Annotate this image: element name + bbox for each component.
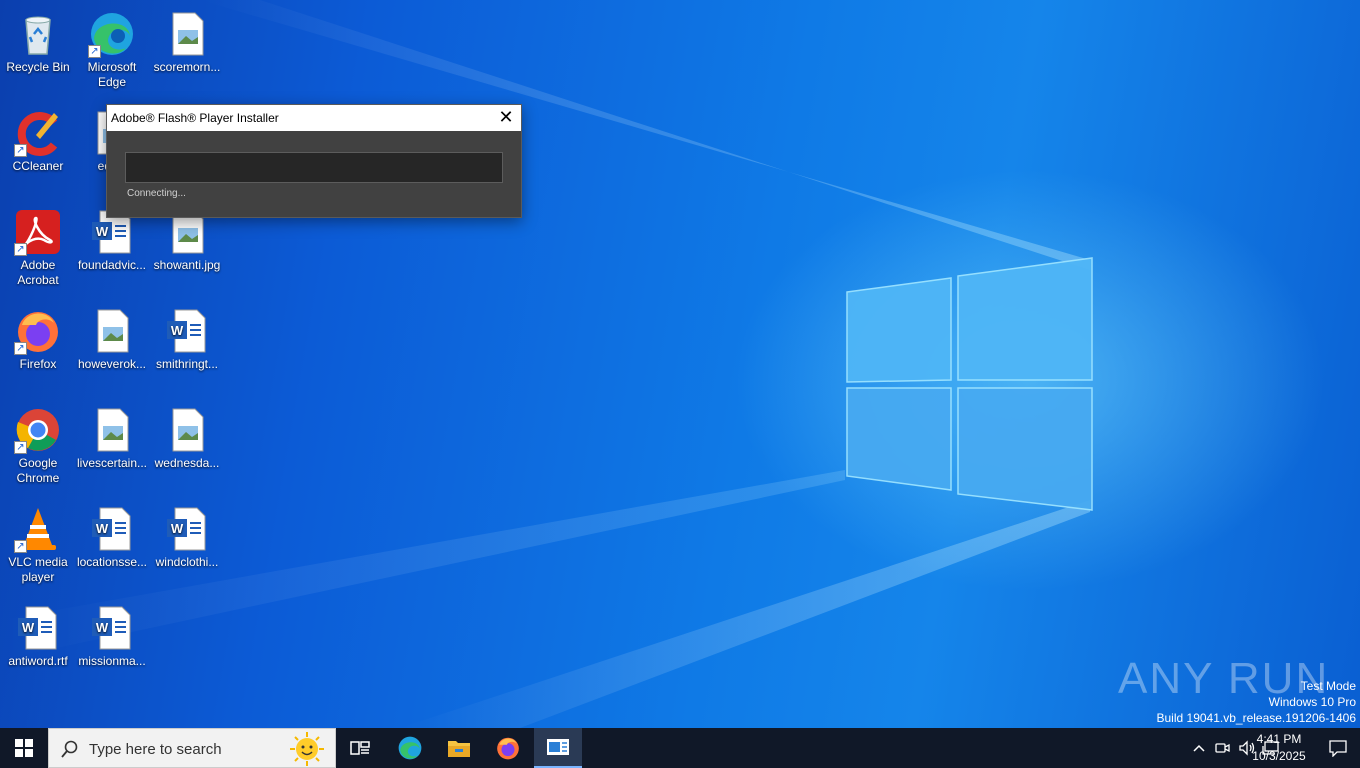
taskbar-file-explorer-button[interactable] — [435, 728, 483, 768]
taskbar-edge-button[interactable] — [386, 728, 434, 768]
desktop-icon-label: wednesda... — [154, 456, 220, 470]
close-button[interactable]: ✕ — [491, 105, 521, 131]
system-tray: 4:41 PM 10/3/2025 — [1100, 728, 1360, 768]
word-doc-icon: W — [163, 505, 211, 553]
desktop-icon-label: Google Chrome — [16, 456, 60, 485]
desktop[interactable]: Recycle Bin ↗ Microsoft Edge scoremorn..… — [0, 0, 1360, 728]
desktop-icon-label: Firefox — [19, 357, 57, 371]
desktop-icon-locationsse[interactable]: W locationsse... — [74, 499, 150, 595]
svg-text:W: W — [22, 620, 35, 635]
desktop-icon-label: howeverok... — [77, 357, 147, 371]
desktop-icon-label: missionma... — [78, 654, 146, 668]
desktop-icon-acrobat[interactable]: ↗ Adobe Acrobat — [0, 202, 76, 298]
watermark-line1: Test Mode — [1300, 679, 1356, 693]
desktop-icon-firefox[interactable]: ↗ Firefox — [0, 301, 76, 397]
notification-icon[interactable] — [1328, 739, 1348, 757]
shortcut-arrow-icon: ↗ — [14, 441, 27, 454]
desktop-icon-smithringt[interactable]: W smithringt... — [149, 301, 225, 397]
desktop-icon-livescertain[interactable]: livescertain... — [74, 400, 150, 496]
progress-bar — [125, 152, 503, 183]
chevron-up-icon[interactable] — [1192, 741, 1206, 755]
task-view-icon — [350, 741, 370, 755]
installer-app-icon — [547, 739, 569, 755]
desktop-icon-label: smithringt... — [155, 357, 218, 371]
desktop-icon-label: locationsse... — [76, 555, 148, 569]
firefox-icon: ↗ — [14, 307, 62, 355]
installer-window[interactable]: Adobe® Flash® Player Installer ✕ Connect… — [106, 104, 522, 218]
desktop-icon-chrome[interactable]: ↗ Google Chrome — [0, 400, 76, 496]
search-icon — [61, 740, 78, 758]
word-doc-icon: W — [88, 604, 136, 652]
windows-logo-icon — [15, 739, 33, 757]
desktop-icon-wednesda[interactable]: wednesda... — [149, 400, 225, 496]
word-doc-icon: W — [88, 505, 136, 553]
desktop-icon-label: Adobe Acrobat — [17, 258, 59, 287]
desktop-icon-ccleaner[interactable]: ↗ CCleaner — [0, 103, 76, 199]
desktop-icon-label: scoremorn... — [153, 60, 221, 74]
word-doc-icon: W — [14, 604, 62, 652]
desktop-icon-label: Recycle Bin — [6, 60, 70, 74]
image-file-icon — [163, 10, 211, 58]
desktop-icon-label: showanti.jpg — [153, 258, 221, 272]
desktop-icon-windclothi[interactable]: W windclothi... — [149, 499, 225, 595]
clock-time: 4:41 PM — [1256, 732, 1302, 746]
desktop-icon-label: VLC media player — [8, 555, 68, 584]
shortcut-arrow-icon: ↗ — [14, 342, 27, 355]
watermark-line3: Build 19041.vb_release.191206-1406 — [1156, 711, 1357, 725]
edge-icon — [398, 736, 422, 760]
chrome-icon: ↗ — [14, 406, 62, 454]
installer-status: Connecting... — [127, 188, 186, 199]
recycle-bin-icon — [14, 10, 62, 58]
taskbar-search-box[interactable]: Type here to search — [48, 728, 336, 768]
svg-text:W: W — [96, 620, 109, 635]
desktop-icon-recycle-bin[interactable]: Recycle Bin — [0, 4, 76, 100]
image-file-icon — [88, 406, 136, 454]
shortcut-arrow-icon: ↗ — [14, 243, 27, 256]
taskbar: Type here to search 4:41 PM 10/3/2025 — [0, 728, 1360, 768]
ccleaner-icon: ↗ — [14, 109, 62, 157]
task-view-button[interactable] — [336, 728, 384, 768]
installer-title: Adobe® Flash® Player Installer — [111, 111, 279, 125]
test-mode-watermark: Test Mode Windows 10 Pro Build 19041.vb_… — [1157, 678, 1357, 726]
meet-now-icon[interactable] — [1214, 740, 1230, 756]
desktop-icon-label: Microsoft Edge — [87, 60, 137, 89]
svg-text:W: W — [171, 521, 184, 536]
image-file-icon — [88, 307, 136, 355]
desktop-icon-scoremorn[interactable]: scoremorn... — [149, 4, 225, 100]
search-placeholder: Type here to search — [89, 741, 222, 758]
desktop-icon-label: CCleaner — [12, 159, 64, 173]
close-icon: ✕ — [498, 107, 514, 127]
desktop-icon-label: antiword.rtf — [8, 654, 68, 668]
file-explorer-icon — [448, 741, 470, 757]
desktop-icon-label: livescertain... — [76, 456, 148, 470]
weather-sun-icon[interactable] — [289, 731, 325, 767]
desktop-icon-label: windclothi... — [155, 555, 219, 569]
desktop-icon-edge[interactable]: ↗ Microsoft Edge — [74, 4, 150, 100]
vlc-icon: ↗ — [14, 505, 62, 553]
watermark-line2: Windows 10 Pro — [1268, 695, 1356, 709]
installer-titlebar[interactable]: Adobe® Flash® Player Installer ✕ — [107, 105, 521, 131]
svg-text:W: W — [96, 224, 109, 239]
svg-text:W: W — [171, 323, 184, 338]
shortcut-arrow-icon: ↗ — [14, 540, 27, 553]
desktop-icon-vlc[interactable]: ↗ VLC media player — [0, 499, 76, 595]
shortcut-arrow-icon: ↗ — [88, 45, 101, 58]
start-button[interactable] — [0, 728, 48, 768]
desktop-icon-label: foundadvic... — [77, 258, 147, 272]
desktop-icon-howeverok[interactable]: howeverok... — [74, 301, 150, 397]
image-file-icon — [163, 406, 211, 454]
desktop-icon-antiword[interactable]: W antiword.rtf — [0, 598, 76, 694]
edge-icon: ↗ — [88, 10, 136, 58]
clock[interactable]: 4:41 PM 10/3/2025 — [1244, 731, 1314, 765]
svg-text:W: W — [96, 521, 109, 536]
shortcut-arrow-icon: ↗ — [14, 144, 27, 157]
firefox-icon — [497, 737, 519, 760]
taskbar-installer-button[interactable] — [534, 728, 582, 768]
word-doc-icon: W — [163, 307, 211, 355]
clock-date: 10/3/2025 — [1252, 749, 1306, 763]
installer-body: Connecting... — [107, 131, 521, 217]
desktop-icon-missionma[interactable]: W missionma... — [74, 598, 150, 694]
acrobat-icon: ↗ — [14, 208, 62, 256]
taskbar-firefox-button[interactable] — [484, 728, 532, 768]
